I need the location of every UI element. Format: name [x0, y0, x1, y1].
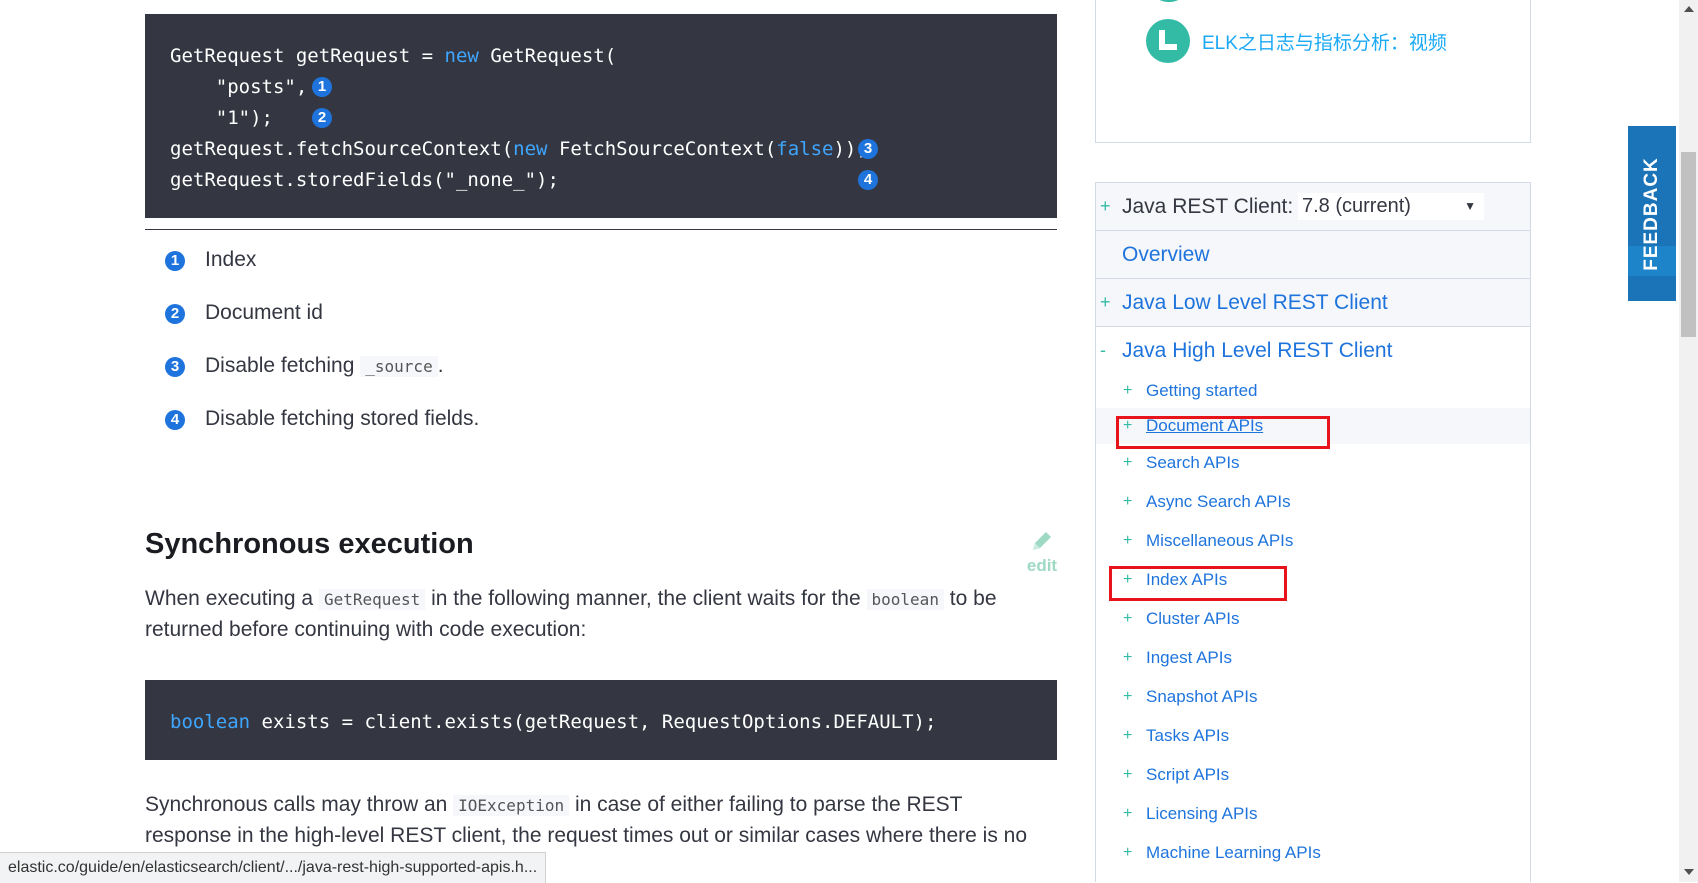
toc-subitem-script-apis[interactable]: + Script APIs	[1096, 755, 1530, 794]
expand-icon[interactable]: +	[1100, 183, 1111, 230]
code-block-get-request: GetRequest getRequest = new GetRequest( …	[145, 14, 1057, 218]
callout-text: Index	[205, 248, 257, 271]
callout-badge-2: 2	[312, 108, 332, 128]
toc-subitem-getting-started[interactable]: + Getting started	[1096, 374, 1530, 408]
code-line-1: GetRequest getRequest = new GetRequest(	[170, 45, 617, 67]
callout-item: 2 Document id	[165, 301, 479, 354]
toc-subitem-snapshot-apis[interactable]: + Snapshot APIs	[1096, 677, 1530, 716]
callout-item: 4 Disable fetching stored fields.	[165, 407, 479, 460]
callout-item: 3 Disable fetching _source.	[165, 354, 479, 407]
toc-item-low-level[interactable]: + Java Low Level REST Client	[1096, 279, 1530, 327]
code-block-exists: boolean exists = client.exists(getReques…	[145, 680, 1057, 760]
toc-item-high-level[interactable]: - Java High Level REST Client	[1096, 327, 1530, 374]
inline-code: GetRequest	[318, 589, 426, 610]
toc-subitem-label: Miscellaneous APIs	[1146, 531, 1294, 550]
toc-item-label: Java High Level REST Client	[1122, 339, 1393, 362]
status-bar-url: elastic.co/guide/en/elasticsearch/client…	[0, 852, 547, 883]
toc-subitem-label: Getting started	[1146, 381, 1258, 400]
paragraph-sync-exceptions: Synchronous calls may throw an IOExcepti…	[145, 793, 1028, 847]
callout-text: Disable fetching stored fields.	[205, 407, 480, 430]
dropdown-arrow-icon: ▼	[1464, 199, 1476, 213]
edit-label: edit	[1026, 556, 1058, 575]
toc-subitem-ingest-apis[interactable]: + Ingest APIs	[1096, 638, 1530, 677]
highlight-box-index-apis	[1109, 566, 1287, 601]
scroll-down-icon[interactable]	[1684, 869, 1694, 875]
callout-badge: 4	[165, 410, 185, 430]
toc-subitem-label: Script APIs	[1146, 765, 1230, 784]
toc-item-label: Overview	[1122, 243, 1210, 266]
expand-icon[interactable]: +	[1123, 521, 1132, 560]
inline-code: _source	[360, 356, 438, 377]
toc-subitem-tasks-apis[interactable]: + Tasks APIs	[1096, 716, 1530, 755]
scroll-up-icon[interactable]	[1684, 6, 1694, 12]
toc-subitem-licensing-apis[interactable]: + Licensing APIs	[1096, 794, 1530, 833]
toc-subitem-search-apis[interactable]: + Search APIs	[1096, 444, 1530, 482]
callout-item: 1 Index	[165, 248, 479, 301]
feedback-tab[interactable]: FEEDBACK	[1628, 126, 1676, 301]
inline-code: IOException	[453, 795, 570, 816]
toc-subitem-label: Search APIs	[1146, 453, 1240, 472]
toc-subitem-label: Cluster APIs	[1146, 609, 1240, 628]
edit-link[interactable]: edit	[1022, 528, 1062, 576]
expand-icon[interactable]: +	[1123, 794, 1132, 833]
callout-list: 1 Index 2 Document id 3 Disable fetching…	[165, 248, 479, 460]
elk-logo-icon	[1146, 0, 1192, 2]
feedback-label: FEEDBACK	[1641, 156, 1662, 271]
promo-link[interactable]: ELK之日志与指标分析：视频	[1146, 19, 1447, 63]
section-title: Synchronous execution	[145, 528, 474, 560]
toc-subitem-label: Ingest APIs	[1146, 648, 1232, 667]
promo-link-label: ELK之日志与指标分析：视频	[1202, 32, 1447, 54]
expand-icon[interactable]: +	[1123, 833, 1132, 872]
callout-badge: 3	[165, 357, 185, 377]
toc-item-label: Java Low Level REST Client	[1122, 291, 1388, 314]
pencil-icon	[1033, 532, 1051, 550]
highlight-box-document-apis	[1116, 416, 1330, 449]
toc-subitem-cluster-apis[interactable]: + Cluster APIs	[1096, 599, 1530, 638]
callout-text: Document id	[205, 301, 323, 324]
version-select-value: 7.8 (current)	[1302, 195, 1411, 217]
toc-subitem-label: Async Search APIs	[1146, 492, 1291, 511]
callout-badge-4: 4	[858, 170, 878, 190]
toc-subitem-label: Tasks APIs	[1146, 726, 1230, 745]
expand-icon[interactable]: +	[1123, 599, 1132, 638]
callout-text: Disable fetching _source.	[205, 354, 444, 377]
version-select[interactable]: 7.8 (current) ▼	[1298, 193, 1484, 220]
expand-icon[interactable]: +	[1123, 716, 1132, 755]
elk-logo-icon	[1146, 19, 1190, 63]
expand-icon[interactable]: +	[1123, 444, 1132, 482]
collapse-icon[interactable]: -	[1100, 327, 1106, 374]
toc-subitem-label: Machine Learning APIs	[1146, 843, 1321, 862]
expand-icon[interactable]: +	[1123, 638, 1132, 677]
toc-subitem-label: Snapshot APIs	[1146, 687, 1258, 706]
callout-badge-1: 1	[312, 77, 332, 97]
code-line-3: "1"); 2	[170, 103, 1057, 134]
code-line-4: getRequest.fetchSourceContext(new FetchS…	[170, 134, 1057, 165]
callout-badge: 2	[165, 304, 185, 324]
inline-code: boolean	[866, 589, 944, 610]
expand-icon[interactable]: +	[1123, 482, 1132, 521]
callout-badge: 1	[165, 251, 185, 271]
toc-subitem-misc-apis[interactable]: + Miscellaneous APIs	[1096, 521, 1530, 560]
toc-client-row: + Java REST Client: 7.8 (current) ▼	[1096, 183, 1530, 231]
expand-icon[interactable]: +	[1100, 279, 1111, 326]
code-line-5: getRequest.storedFields("_none_"); 4	[170, 165, 1057, 196]
expand-icon[interactable]: +	[1123, 374, 1132, 408]
scroll-thumb[interactable]	[1681, 152, 1696, 337]
toc-client-label: Java REST Client:	[1122, 195, 1294, 218]
code-divider	[145, 229, 1057, 230]
expand-icon[interactable]: +	[1123, 755, 1132, 794]
toc-subitem-ml-apis[interactable]: + Machine Learning APIs	[1096, 833, 1530, 872]
paragraph-sync-intro: When executing a GetRequest in the follo…	[145, 587, 997, 641]
promo-box: ELK之日志与指标分析：视频	[1095, 0, 1531, 143]
toc-subitem-async-search-apis[interactable]: + Async Search APIs	[1096, 482, 1530, 521]
toc-item-overview[interactable]: Overview	[1096, 231, 1530, 279]
expand-icon[interactable]: +	[1123, 677, 1132, 716]
toc-sidebar: + Java REST Client: 7.8 (current) ▼ Over…	[1095, 182, 1531, 882]
code-line-2: "posts", 1	[170, 72, 1057, 103]
callout-badge-3: 3	[858, 139, 878, 159]
toc-subitem-label: Licensing APIs	[1146, 804, 1258, 823]
code-line: boolean exists = client.exists(getReques…	[170, 711, 937, 733]
vertical-scrollbar[interactable]	[1679, 0, 1698, 882]
